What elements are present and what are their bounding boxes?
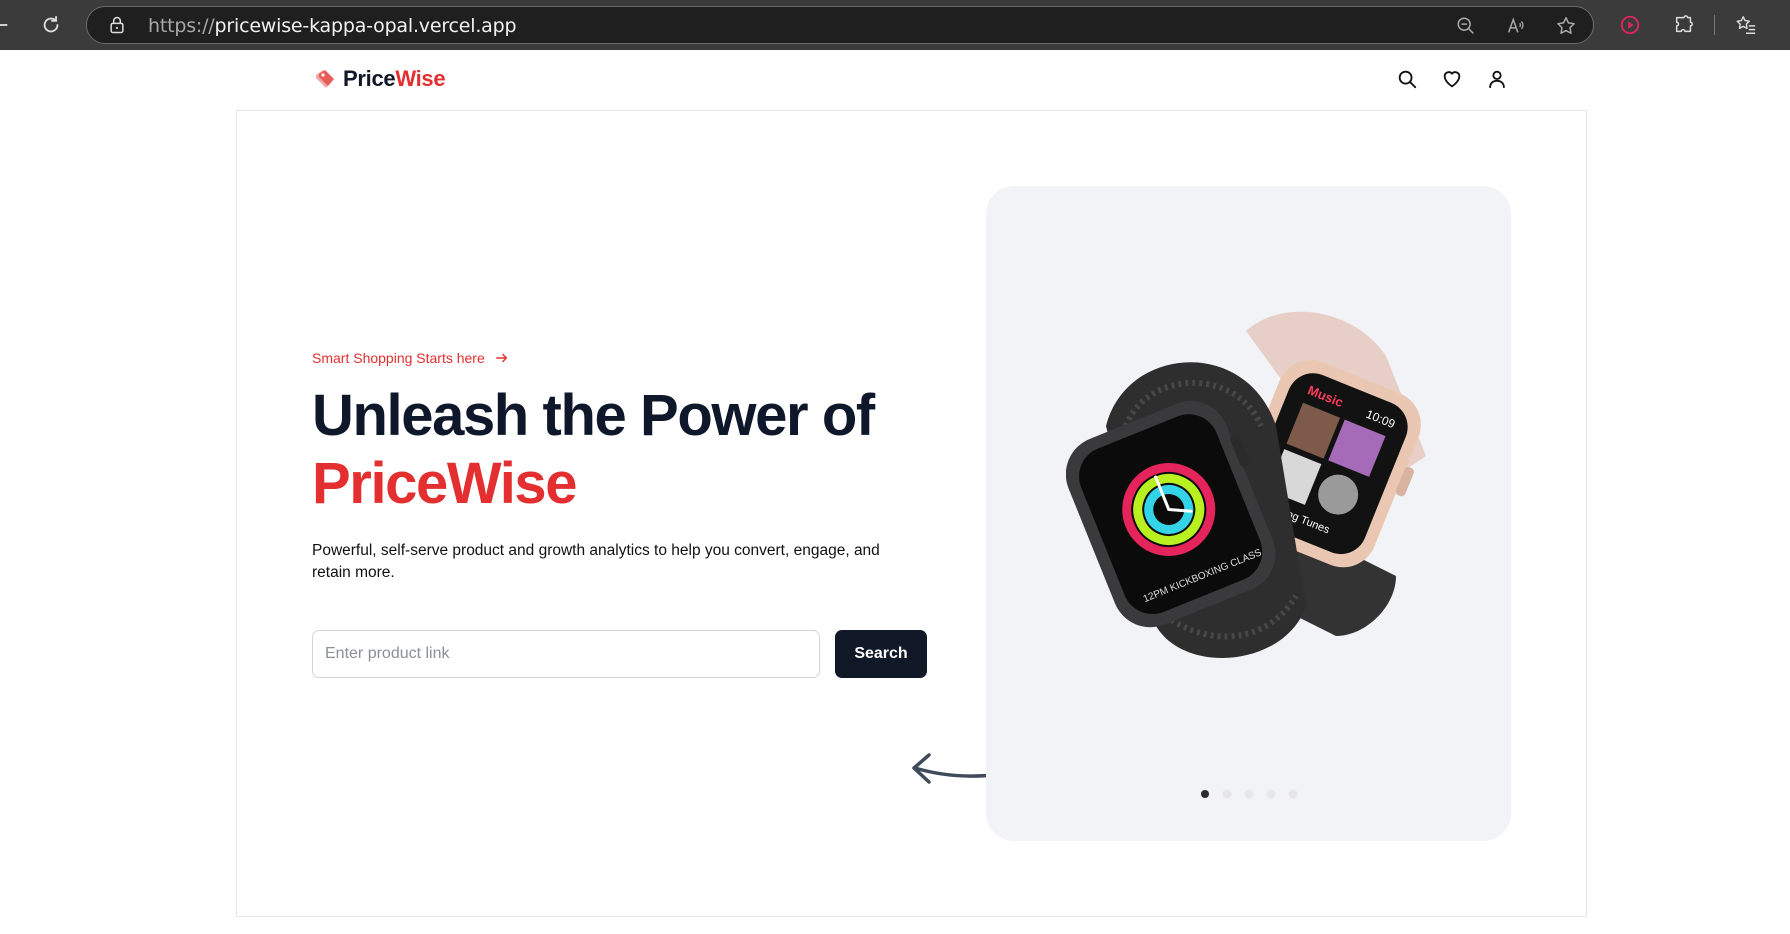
headline-brand: PriceWise: [312, 451, 578, 516]
brand-accent: Wise: [395, 66, 446, 91]
tagline-text: Smart Shopping Starts here: [312, 350, 485, 366]
search-form: Search: [312, 630, 927, 678]
brand-name: PriceWise: [343, 66, 446, 92]
site-navbar: PriceWise: [313, 64, 1508, 94]
headline-line1: Unleash the Power of: [312, 383, 875, 448]
search-icon[interactable]: [1395, 67, 1418, 90]
zoom-out-icon[interactable]: [1453, 13, 1479, 39]
read-aloud-icon[interactable]: [1503, 13, 1529, 39]
smartwatch-product-image: Music 10:09 Running Tunes 12PM KICKBOXIN…: [1066, 311, 1426, 659]
url-text[interactable]: https://pricewise-kappa-opal.vercel.app: [148, 15, 517, 37]
brand-logo[interactable]: PriceWise: [313, 66, 446, 92]
toolbar-separator: [1714, 15, 1715, 35]
hero-headline: Unleash the Power of PriceWise: [312, 382, 932, 518]
browser-toolbar: https://pricewise-kappa-opal.vercel.app: [0, 0, 1790, 50]
user-icon[interactable]: [1485, 67, 1508, 90]
favorite-star-icon[interactable]: [1553, 13, 1579, 39]
hero-carousel[interactable]: Music 10:09 Running Tunes 12PM KICKBOXIN…: [986, 186, 1511, 841]
url-protocol: https://: [148, 15, 215, 37]
media-icon[interactable]: [1616, 11, 1644, 39]
price-tag-logo-icon: [316, 70, 334, 88]
address-bar[interactable]: https://pricewise-kappa-opal.vercel.app: [86, 6, 1594, 44]
url-host: pricewise-kappa-opal.vercel.app: [214, 15, 517, 37]
brand-prefix: Price: [343, 66, 396, 91]
product-link-input[interactable]: [312, 630, 820, 678]
carousel-dot[interactable]: [1245, 790, 1253, 798]
arrow-right-icon: [495, 353, 507, 363]
back-icon[interactable]: [0, 11, 14, 39]
carousel-dot[interactable]: [1267, 790, 1275, 798]
refresh-icon[interactable]: [37, 11, 65, 39]
search-button[interactable]: Search: [835, 630, 927, 678]
carousel-dot[interactable]: [1223, 790, 1231, 798]
carousel-dot[interactable]: [1289, 790, 1297, 798]
carousel-dot[interactable]: [1201, 790, 1209, 798]
favorites-list-icon[interactable]: [1732, 11, 1760, 39]
heart-icon[interactable]: [1440, 67, 1463, 90]
hero-description: Powerful, self-serve product and growth …: [312, 542, 880, 581]
tagline[interactable]: Smart Shopping Starts here: [312, 350, 509, 366]
extensions-icon[interactable]: [1670, 11, 1698, 39]
carousel-indicators: [1201, 790, 1297, 798]
lock-icon[interactable]: [107, 15, 127, 35]
